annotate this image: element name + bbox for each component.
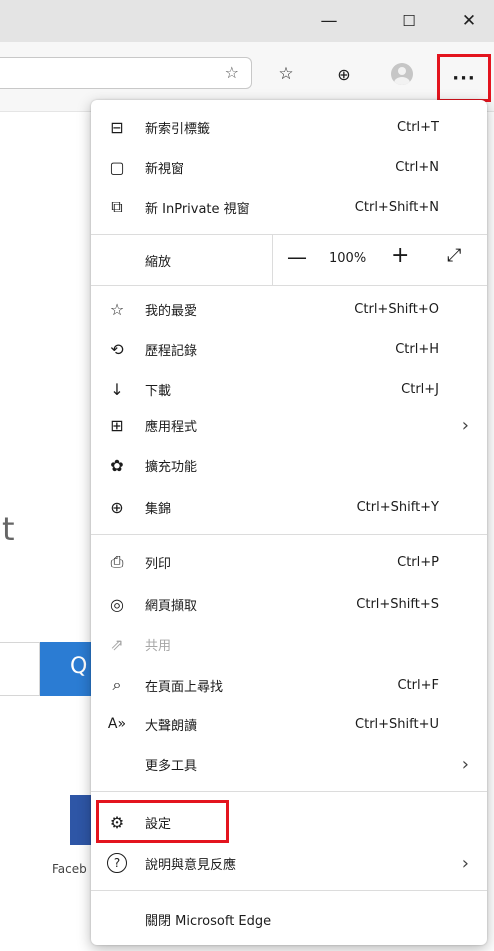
menu-item-new-window[interactable]: ▢ 新視窗 Ctrl+N <box>91 148 487 186</box>
menu-item-shortcut: Ctrl+Shift+O <box>354 301 439 317</box>
inprivate-icon: ⧉ <box>111 197 123 216</box>
menu-item-shortcut: Ctrl+Shift+N <box>354 199 439 215</box>
menu-item-collections[interactable]: ⊕ 集錦 Ctrl+Shift+Y <box>91 488 487 526</box>
favorites-icon: ☆ <box>109 299 125 319</box>
menu-item-shortcut: Ctrl+N <box>395 159 439 175</box>
menu-item-label: 大聲朗讀 <box>145 718 198 734</box>
title-bar: — ☐ ✕ <box>0 0 494 42</box>
favorites-icon[interactable]: ☆ <box>268 56 304 92</box>
menu-item-help-feedback[interactable]: ? 說明與意見反應 › <box>91 844 487 882</box>
maximize-button[interactable]: ☐ <box>386 0 432 42</box>
menu-item-web-capture[interactable]: ◎ 網頁擷取 Ctrl+Shift+S <box>91 585 487 623</box>
print-icon: ⎙ <box>110 552 124 571</box>
menu-item-label: 歷程記錄 <box>145 343 198 359</box>
apps-icon: ⊞ <box>110 415 124 435</box>
menu-item-label: 擴充功能 <box>145 459 198 475</box>
menu-item-label: 列印 <box>145 556 172 572</box>
menu-item-label: 新視窗 <box>145 161 185 177</box>
profile-button[interactable] <box>384 56 420 92</box>
menu-item-shortcut: Ctrl+T <box>397 119 439 135</box>
menu-item-label: 我的最愛 <box>145 303 198 319</box>
history-icon: ⟲ <box>110 339 124 359</box>
download-icon: ↓ <box>110 379 124 399</box>
menu-item-history[interactable]: ⟲ 歷程記錄 Ctrl+H <box>91 330 487 368</box>
zoom-in-button[interactable]: + <box>391 243 409 268</box>
menu-item-more-tools[interactable]: 更多工具 › <box>91 745 487 783</box>
chevron-right-icon: › <box>461 852 469 874</box>
minimize-button[interactable]: — <box>306 0 352 42</box>
menu-item-find-on-page[interactable]: ⌕ 在頁面上尋找 Ctrl+F <box>91 666 487 704</box>
menu-item-share: ⇗ 共用 <box>91 625 487 663</box>
menu-item-favorites[interactable]: ☆ 我的最愛 Ctrl+Shift+O <box>91 290 487 328</box>
settings-and-more-button[interactable]: ··· <box>437 54 491 102</box>
menu-item-label: 新索引標籤 <box>145 121 211 137</box>
menu-item-label: 集錦 <box>145 501 172 517</box>
add-favorite-icon[interactable]: ☆ <box>225 63 239 82</box>
menu-item-print[interactable]: ⎙ 列印 Ctrl+P <box>91 543 487 581</box>
menu-item-label: 關閉 Microsoft Edge <box>145 913 272 929</box>
chevron-right-icon: › <box>461 753 469 775</box>
menu-item-label: 說明與意見反應 <box>145 857 237 873</box>
chevron-right-icon: › <box>461 414 469 436</box>
avatar <box>391 63 413 85</box>
menu-item-label: 新 InPrivate 視窗 <box>145 201 250 217</box>
extensions-icon: ✿ <box>110 455 124 475</box>
divider <box>91 890 487 891</box>
menu-item-downloads[interactable]: ↓ 下載 Ctrl+J <box>91 370 487 408</box>
menu-item-read-aloud[interactable]: A» 大聲朗讀 Ctrl+Shift+U <box>91 705 487 743</box>
menu-item-shortcut: Ctrl+H <box>395 341 439 357</box>
help-icon: ? <box>107 853 127 873</box>
new-window-icon: ▢ <box>109 157 125 177</box>
zoom-label: 縮放 <box>145 255 172 270</box>
menu-item-close-edge[interactable]: 關閉 Microsoft Edge <box>91 900 487 938</box>
menu-item-label: 更多工具 <box>145 758 198 774</box>
menu-item-new-tab[interactable]: ⊟ 新索引標籤 Ctrl+T <box>91 108 487 146</box>
menu-item-shortcut: Ctrl+Shift+U <box>355 716 439 732</box>
menu-item-label: 下載 <box>145 383 172 399</box>
menu-item-shortcut: Ctrl+F <box>397 677 439 693</box>
collections-icon: ⊕ <box>110 497 124 517</box>
menu-item-label: 在頁面上尋找 <box>145 679 224 695</box>
read-aloud-icon: A» <box>107 716 127 732</box>
menu-item-label: 應用程式 <box>145 419 198 435</box>
menu-item-label: 網頁擷取 <box>145 598 198 614</box>
divider <box>91 791 487 792</box>
new-tab-icon: ⊟ <box>110 117 124 137</box>
divider <box>272 235 273 285</box>
zoom-out-button[interactable]: — <box>287 245 307 269</box>
page-text-fragment: t <box>2 510 15 548</box>
menu-item-shortcut: Ctrl+Shift+S <box>356 596 439 612</box>
address-bar[interactable]: ☆ <box>0 57 252 89</box>
menu-item-extensions[interactable]: ✿ 擴充功能 <box>91 446 487 484</box>
zoom-row: 縮放 — 100% + ⤢ <box>91 235 487 285</box>
facebook-tile-label: Faceb <box>52 862 87 876</box>
settings-highlight <box>96 800 229 843</box>
divider <box>91 285 487 286</box>
find-icon: ⌕ <box>112 675 122 694</box>
menu-item-new-inprivate[interactable]: ⧉ 新 InPrivate 視窗 Ctrl+Shift+N <box>91 188 487 226</box>
zoom-level: 100% <box>329 251 367 266</box>
page-search-input[interactable] <box>0 642 40 696</box>
divider <box>91 534 487 535</box>
menu-item-shortcut: Ctrl+Shift+Y <box>356 499 439 515</box>
menu-item-shortcut: Ctrl+J <box>401 381 439 397</box>
fullscreen-icon[interactable]: ⤢ <box>447 245 461 266</box>
menu-item-label: 共用 <box>145 638 172 654</box>
settings-and-more-menu: ⊟ 新索引標籤 Ctrl+T ▢ 新視窗 Ctrl+N ⧉ 新 InPrivat… <box>91 100 487 945</box>
close-button[interactable]: ✕ <box>446 0 492 42</box>
web-capture-icon: ◎ <box>110 594 124 614</box>
menu-item-apps[interactable]: ⊞ 應用程式 › <box>91 406 487 444</box>
share-icon: ⇗ <box>110 634 124 654</box>
menu-item-shortcut: Ctrl+P <box>397 554 439 570</box>
collections-icon[interactable]: ⊕ <box>326 56 362 92</box>
